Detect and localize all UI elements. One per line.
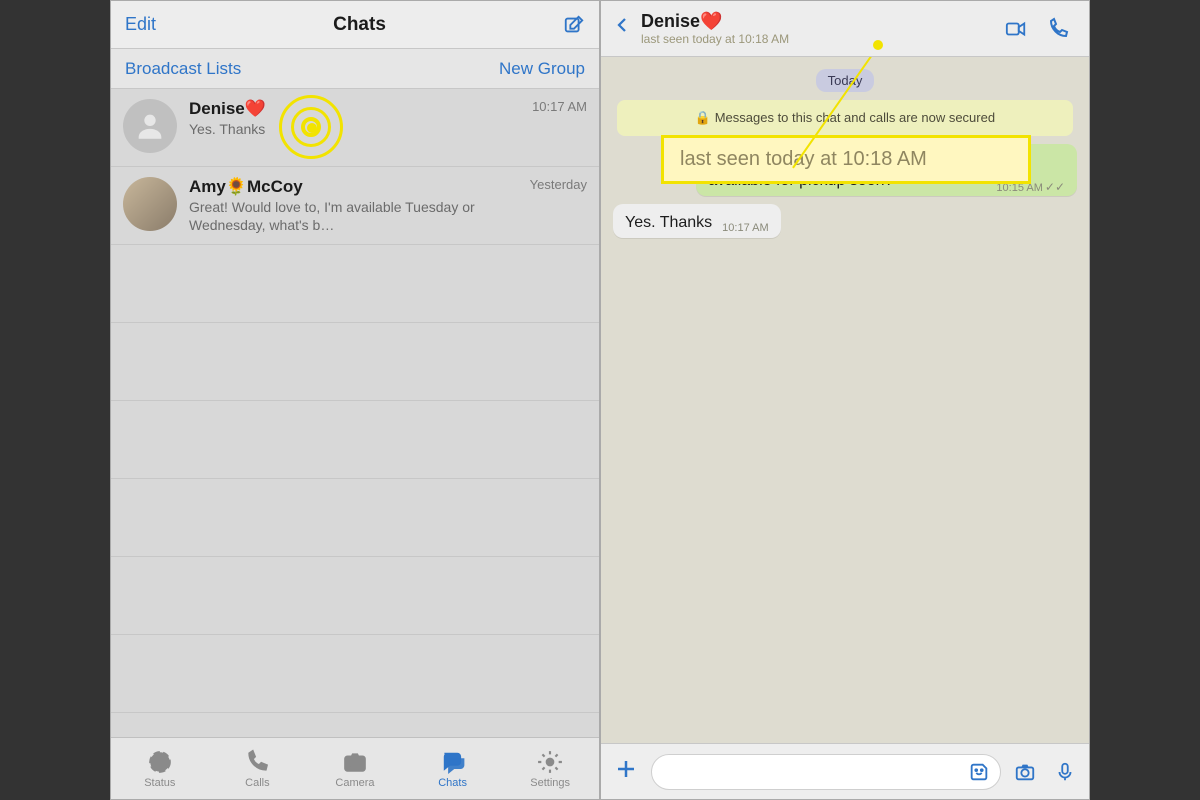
- message-input[interactable]: [651, 754, 1001, 790]
- camera-button[interactable]: [1009, 756, 1041, 788]
- message-incoming[interactable]: Yes. Thanks 10:17 AM: [613, 204, 781, 238]
- chat-name: Denise❤️: [189, 99, 524, 119]
- back-button[interactable]: [607, 12, 637, 45]
- status-icon: [147, 749, 173, 775]
- chevron-left-icon: [613, 12, 631, 38]
- mic-button[interactable]: [1049, 756, 1081, 788]
- phone-icon: [1046, 17, 1070, 41]
- tab-label: Status: [144, 777, 175, 789]
- tab-settings[interactable]: Settings: [501, 738, 599, 799]
- tab-chats[interactable]: Chats: [404, 738, 502, 799]
- avatar: [123, 177, 177, 231]
- mic-icon: [1054, 759, 1076, 785]
- tab-label: Calls: [245, 777, 269, 789]
- avatar: [123, 99, 177, 153]
- compose-button[interactable]: [563, 14, 585, 36]
- gear-icon: [537, 749, 563, 775]
- camera-icon: [1012, 761, 1038, 783]
- voice-call-button[interactable]: [1037, 9, 1079, 49]
- chat-time: 10:17 AM: [532, 99, 587, 156]
- phone-icon: [244, 749, 270, 775]
- list-item: [111, 323, 599, 401]
- tab-label: Camera: [335, 777, 374, 789]
- list-item: [111, 479, 599, 557]
- tab-camera[interactable]: Camera: [306, 738, 404, 799]
- video-icon: [1002, 18, 1030, 40]
- chat-name: Amy🌻McCoy: [189, 177, 522, 197]
- list-item: [111, 245, 599, 323]
- chat-list: Denise❤️ Yes. Thanks 10:17 AM Amy🌻McCoy …: [111, 89, 599, 737]
- chat-preview: Yes. Thanks: [189, 121, 524, 139]
- new-group-link[interactable]: New Group: [499, 59, 585, 79]
- tab-label: Settings: [530, 777, 570, 789]
- tab-status[interactable]: Status: [111, 738, 209, 799]
- conversation-header: Denise❤️ last seen today at 10:18 AM: [601, 1, 1089, 57]
- tab-calls[interactable]: Calls: [209, 738, 307, 799]
- video-call-button[interactable]: [995, 9, 1037, 49]
- encryption-notice: 🔒 Messages to this chat and calls are no…: [617, 100, 1073, 136]
- message-text: Yes. Thanks: [625, 214, 712, 231]
- chat-row[interactable]: Denise❤️ Yes. Thanks 10:17 AM: [111, 89, 599, 167]
- date-chip: Today: [816, 69, 875, 92]
- message-input-bar: [601, 743, 1089, 799]
- chat-row[interactable]: Amy🌻McCoy Great! Would love to, I'm avai…: [111, 167, 599, 245]
- list-item: [111, 557, 599, 635]
- last-seen-label: last seen today at 10:18 AM: [641, 32, 995, 46]
- read-ticks-icon: ✓✓: [1045, 180, 1065, 194]
- message-outgoing[interactable]: Hi Denise! Just wondering if the items w…: [696, 144, 1077, 196]
- conversation-body[interactable]: Today 🔒 Messages to this chat and calls …: [601, 57, 1089, 743]
- chats-icon: [440, 749, 466, 775]
- chats-screen: Edit Chats Broadcast Lists New Group Den…: [110, 0, 600, 800]
- message-text: Hi Denise! Just wondering if the items w…: [708, 154, 1025, 189]
- list-item: [111, 401, 599, 479]
- chat-time: Yesterday: [530, 177, 587, 234]
- conversation-screen: Denise❤️ last seen today at 10:18 AM Tod…: [600, 0, 1090, 800]
- edit-button[interactable]: Edit: [125, 14, 156, 35]
- contact-name[interactable]: Denise❤️: [641, 11, 995, 32]
- chats-subbar: Broadcast Lists New Group: [111, 49, 599, 89]
- annotation-dot: [873, 40, 883, 50]
- chat-preview: Great! Would love to, I'm available Tues…: [189, 199, 522, 234]
- person-icon: [133, 109, 167, 143]
- camera-icon: [342, 749, 368, 775]
- message-time: 10:15 AM ✓✓: [996, 180, 1065, 194]
- compose-icon: [563, 14, 585, 36]
- list-item: [111, 635, 599, 713]
- chats-header: Edit Chats: [111, 1, 599, 49]
- plus-icon: [614, 757, 638, 781]
- broadcast-lists-link[interactable]: Broadcast Lists: [125, 59, 241, 79]
- tab-label: Chats: [438, 777, 467, 789]
- tab-bar: Status Calls Camera Chats Settings: [111, 737, 599, 799]
- message-time: 10:17 AM: [722, 222, 768, 234]
- page-title: Chats: [333, 14, 386, 36]
- attach-button[interactable]: [609, 755, 643, 789]
- sticker-icon: [968, 761, 990, 783]
